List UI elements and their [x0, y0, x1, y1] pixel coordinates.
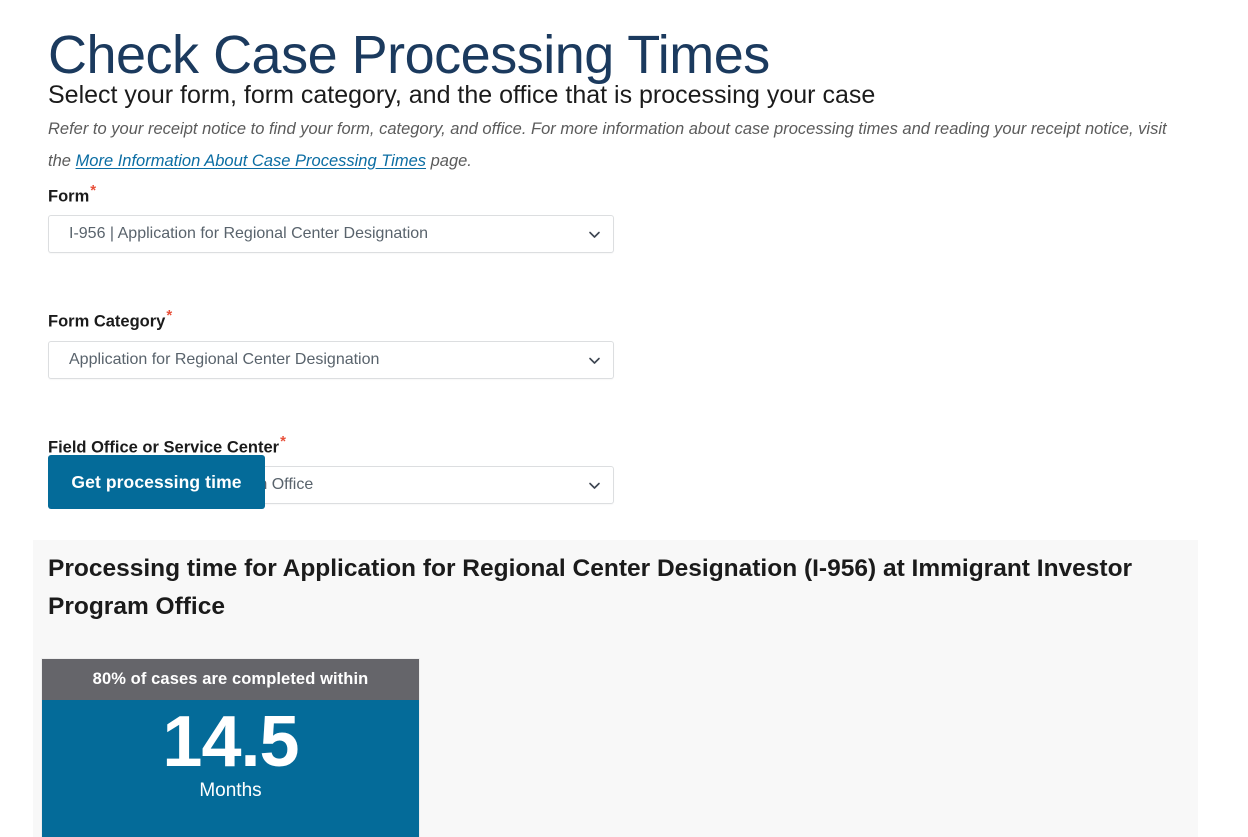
- result-panel: Processing time for Application for Regi…: [33, 540, 1198, 837]
- required-asterisk: *: [280, 432, 286, 450]
- more-information-link[interactable]: More Information About Case Processing T…: [76, 152, 426, 170]
- label-form-text: Form: [48, 187, 90, 206]
- required-asterisk: *: [90, 182, 97, 199]
- label-form: Form*: [48, 182, 648, 207]
- select-wrap-form-category: Application for Regional Center Designat…: [48, 340, 614, 379]
- card-banner-label: 80% of cases are completed within: [42, 659, 419, 700]
- page-root: Check Case Processing Times Select your …: [0, 0, 1248, 837]
- form-select[interactable]: I-956 | Application for Regional Center …: [48, 215, 614, 254]
- field-form-category: Form Category* Application for Regional …: [48, 307, 648, 379]
- page-subtitle: Select your form, form category, and the…: [48, 80, 876, 109]
- card-body: 14.5 Months: [42, 700, 419, 803]
- intro-text-after: page.: [426, 151, 472, 170]
- processing-time-card: 80% of cases are completed within 14.5 M…: [42, 659, 419, 837]
- processing-time-unit: Months: [199, 780, 262, 801]
- intro-paragraph: Refer to your receipt notice to find you…: [48, 113, 1188, 177]
- label-form-category: Form Category*: [48, 307, 648, 332]
- label-office-text: Field Office or Service Center: [48, 438, 280, 457]
- label-form-category-text: Form Category: [48, 312, 166, 331]
- form-category-select[interactable]: Application for Regional Center Designat…: [48, 340, 614, 379]
- get-processing-time-button[interactable]: Get processing time: [48, 455, 265, 509]
- field-form: Form* I-956 | Application for Regional C…: [48, 182, 648, 254]
- required-asterisk: *: [166, 307, 173, 325]
- processing-time-value: 14.5: [162, 702, 299, 782]
- select-wrap-form: I-956 | Application for Regional Center …: [48, 215, 614, 254]
- result-heading: Processing time for Application for Regi…: [48, 555, 1133, 620]
